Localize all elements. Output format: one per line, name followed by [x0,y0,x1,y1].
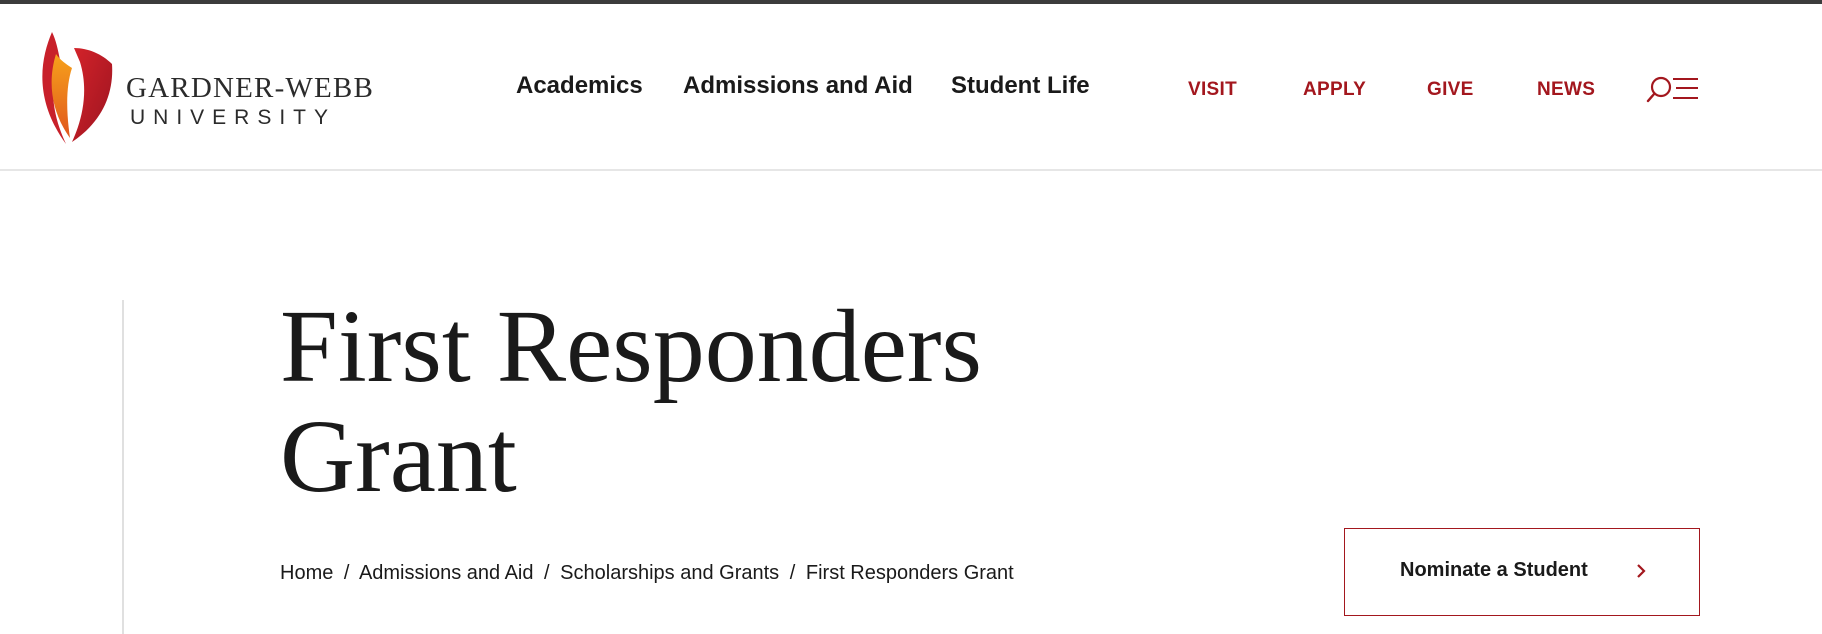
site-logo-link[interactable]: GARDNER-WEBB UNIVERSITY [36,30,406,150]
decorative-vertical-rule [122,300,124,634]
breadcrumb-separator: / [544,562,550,584]
nominate-student-button[interactable]: Nominate a Student [1344,528,1700,616]
breadcrumb-separator: / [789,562,796,584]
search-menu-button[interactable] [1646,74,1700,108]
site-header: GARDNER-WEBB UNIVERSITY Academics Admiss… [0,4,1822,171]
search-menu-icon [1646,76,1698,103]
breadcrumb-separator: / [343,562,350,584]
nav-item-admissions-and-aid[interactable]: Admissions and Aid [683,72,913,100]
breadcrumb-current-page: First Responders Grant [805,562,1014,584]
logo-wordmark: GARDNER-WEBB [126,72,375,104]
page-title: First Responders Grant [280,292,1180,512]
utility-link-visit[interactable]: VISIT [1188,79,1237,101]
utility-link-apply[interactable]: APPLY [1303,79,1366,101]
flame-logo-icon [42,32,113,144]
nav-item-academics[interactable]: Academics [516,72,643,100]
breadcrumb-scholarships-and-grants[interactable]: Scholarships and Grants [560,562,779,584]
utility-link-news[interactable]: NEWS [1537,79,1595,101]
breadcrumb-home[interactable]: Home [280,562,333,584]
logo-subtitle: UNIVERSITY [130,106,337,129]
nav-item-student-life[interactable]: Student Life [951,72,1090,100]
page-title-line-2: Grant [280,399,517,514]
chevron-right-icon [1637,564,1646,578]
utility-link-give[interactable]: GIVE [1427,79,1474,101]
breadcrumb-admissions-and-aid[interactable]: Admissions and Aid [359,562,534,584]
breadcrumb: Home / Admissions and Aid / Scholarships… [280,562,1014,585]
page-title-line-1: First Responders [280,289,982,404]
nominate-student-label: Nominate a Student [1400,559,1588,581]
